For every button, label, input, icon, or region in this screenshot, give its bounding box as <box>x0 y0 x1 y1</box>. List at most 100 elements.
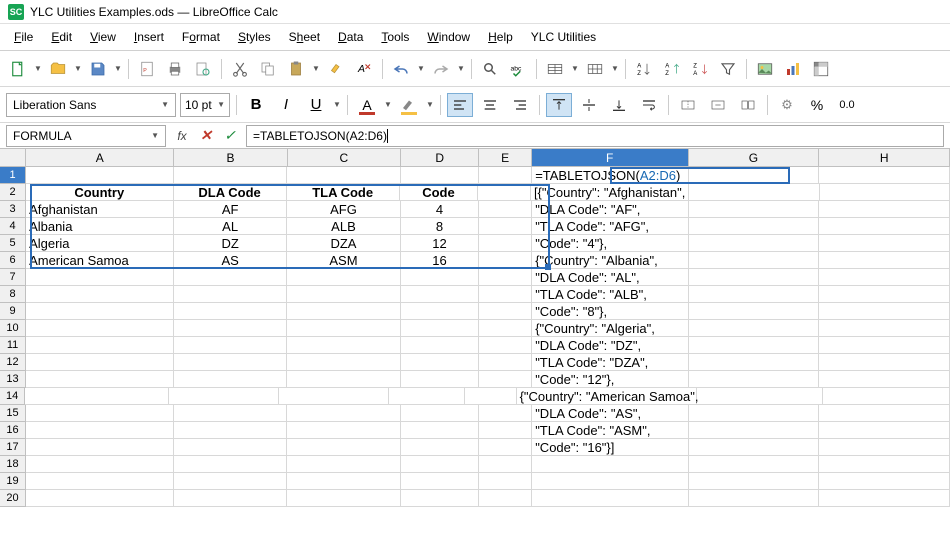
row-header-20[interactable]: 20 <box>0 490 26 507</box>
clone-formatting-button[interactable] <box>324 57 348 81</box>
cut-button[interactable] <box>228 57 252 81</box>
cell-G17[interactable] <box>689 439 820 456</box>
cell-D12[interactable] <box>401 354 480 371</box>
cell-E5[interactable] <box>479 235 532 252</box>
column-header-F[interactable]: F <box>532 149 689 167</box>
cell-D9[interactable] <box>401 303 480 320</box>
cell-A17[interactable] <box>26 439 174 456</box>
cell-G9[interactable] <box>689 303 820 320</box>
copy-button[interactable] <box>256 57 280 81</box>
cell-B13[interactable] <box>174 371 287 388</box>
cell-H14[interactable] <box>823 388 950 405</box>
cell-E3[interactable] <box>479 201 532 218</box>
cell-D17[interactable] <box>401 439 480 456</box>
column-header-G[interactable]: G <box>689 149 820 167</box>
cell-G15[interactable] <box>689 405 820 422</box>
cell-F16[interactable]: "TLA Code": "ASM", <box>532 422 689 439</box>
cell-C4[interactable]: ALB <box>287 218 400 235</box>
number-button[interactable]: 0.0 <box>834 93 860 117</box>
cell-D18[interactable] <box>401 456 480 473</box>
cell-E18[interactable] <box>479 456 532 473</box>
cell-G1[interactable] <box>689 167 820 184</box>
row-header-17[interactable]: 17 <box>0 439 26 456</box>
menu-format[interactable]: Format <box>174 27 228 47</box>
cell-F9[interactable]: "Code": "8"}, <box>532 303 689 320</box>
cell-D4[interactable]: 8 <box>401 218 480 235</box>
cell-D20[interactable] <box>401 490 480 507</box>
cell-E13[interactable] <box>479 371 532 388</box>
cell-A6[interactable]: American Samoa <box>26 252 174 269</box>
cell-D3[interactable]: 4 <box>401 201 480 218</box>
open-dropdown[interactable]: ▼ <box>74 57 82 81</box>
cell-C11[interactable] <box>287 337 400 354</box>
cell-G2[interactable] <box>689 184 819 201</box>
cell-D13[interactable] <box>401 371 480 388</box>
cell-E15[interactable] <box>479 405 532 422</box>
insert-chart-button[interactable] <box>781 57 805 81</box>
cell-H17[interactable] <box>819 439 950 456</box>
cell-E1[interactable] <box>479 167 532 184</box>
cell-A14[interactable] <box>25 388 168 405</box>
cell-H6[interactable] <box>819 252 950 269</box>
align-right-button[interactable] <box>507 93 533 117</box>
cell-H4[interactable] <box>819 218 950 235</box>
cell-A8[interactable] <box>26 286 174 303</box>
cell-B11[interactable] <box>174 337 287 354</box>
cell-A7[interactable] <box>26 269 174 286</box>
column-header-A[interactable]: A <box>26 149 174 167</box>
cell-C8[interactable] <box>287 286 400 303</box>
cell-A3[interactable]: Afghanistan <box>26 201 174 218</box>
merge-cells-button[interactable] <box>675 93 701 117</box>
cell-H1[interactable] <box>819 167 950 184</box>
sort-asc-button[interactable]: AZ <box>660 57 684 81</box>
cell-H19[interactable] <box>819 473 950 490</box>
row-header-10[interactable]: 10 <box>0 320 26 337</box>
underline-dropdown[interactable]: ▼ <box>333 93 341 117</box>
column-header-D[interactable]: D <box>401 149 479 167</box>
name-box[interactable]: FORMULA ▼ <box>6 125 166 147</box>
cell-E17[interactable] <box>479 439 532 456</box>
cell-D2[interactable]: Code <box>400 184 479 201</box>
cell-B4[interactable]: AL <box>174 218 287 235</box>
save-dropdown[interactable]: ▼ <box>114 57 122 81</box>
italic-button[interactable]: I <box>273 93 299 117</box>
cell-E8[interactable] <box>479 286 532 303</box>
undo-dropdown[interactable]: ▼ <box>417 57 425 81</box>
cell-E11[interactable] <box>479 337 532 354</box>
row-header-1[interactable]: 1 <box>0 167 26 184</box>
accept-button[interactable]: ✓ <box>218 125 242 147</box>
print-preview-button[interactable] <box>191 57 215 81</box>
cancel-button[interactable]: ✕ <box>194 125 218 147</box>
cell-E16[interactable] <box>479 422 532 439</box>
cell-F14[interactable]: {"Country": "American Samoa", <box>517 388 697 405</box>
cell-A18[interactable] <box>26 456 174 473</box>
cell-A11[interactable] <box>26 337 174 354</box>
cell-C6[interactable]: ASM <box>287 252 400 269</box>
cell-F20[interactable] <box>532 490 689 507</box>
cell-A15[interactable] <box>26 405 174 422</box>
cell-C3[interactable]: AFG <box>287 201 400 218</box>
cell-D8[interactable] <box>401 286 480 303</box>
cell-G13[interactable] <box>689 371 820 388</box>
cell-D7[interactable] <box>401 269 480 286</box>
cell-B18[interactable] <box>174 456 287 473</box>
cell-B20[interactable] <box>174 490 287 507</box>
menu-window[interactable]: Window <box>419 27 478 47</box>
menu-data[interactable]: Data <box>330 27 371 47</box>
cell-F11[interactable]: "DLA Code": "DZ", <box>532 337 689 354</box>
menu-styles[interactable]: Styles <box>230 27 279 47</box>
row-header-11[interactable]: 11 <box>0 337 26 354</box>
cell-G11[interactable] <box>689 337 820 354</box>
sort-desc-button[interactable]: ZA <box>688 57 712 81</box>
cell-G6[interactable] <box>689 252 820 269</box>
cell-A10[interactable] <box>26 320 174 337</box>
row-header-14[interactable]: 14 <box>0 388 25 405</box>
row-header-19[interactable]: 19 <box>0 473 26 490</box>
cell-D1[interactable] <box>401 167 480 184</box>
cell-D6[interactable]: 16 <box>401 252 480 269</box>
cell-B15[interactable] <box>174 405 287 422</box>
cell-G3[interactable] <box>689 201 820 218</box>
cell-A9[interactable] <box>26 303 174 320</box>
column-header-C[interactable]: C <box>288 149 401 167</box>
export-pdf-button[interactable]: P <box>135 57 159 81</box>
